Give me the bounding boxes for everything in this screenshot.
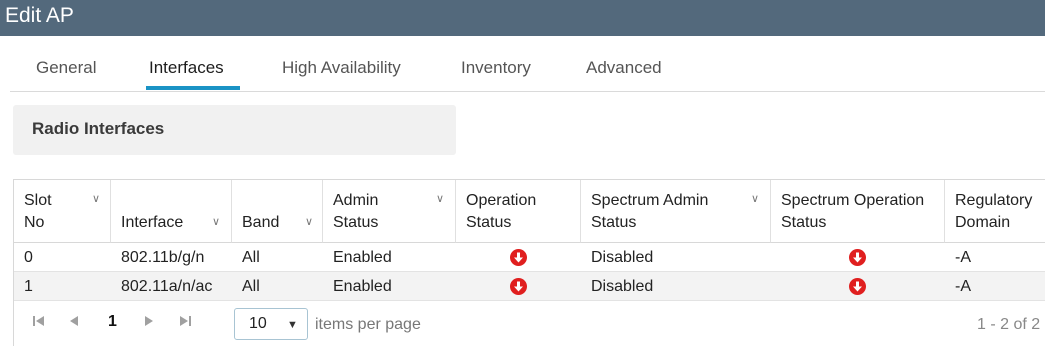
interface-cell: 802.11a/n/ac: [121, 278, 213, 295]
column-header-spectrum-admin-status-label: Spectrum Admin Status: [591, 192, 709, 231]
last-page-icon[interactable]: [178, 315, 192, 330]
first-page-icon[interactable]: [32, 315, 46, 330]
tab-general[interactable]: General: [36, 58, 96, 78]
column-header-slot-label: Slot No: [24, 192, 52, 231]
column-header-interface-label: Interface: [121, 214, 184, 231]
regulatory-domain-cell: -A: [955, 249, 971, 266]
table-row[interactable]: 1 802.11a/n/ac All Enabled Disabled -A: [14, 272, 1045, 301]
down-icon: [849, 249, 866, 266]
column-header-band[interactable]: Band ∨: [232, 180, 323, 243]
next-page-icon[interactable]: [144, 315, 154, 330]
regulatory-domain-cell: -A: [955, 278, 971, 295]
caret-down-icon: ▼: [287, 319, 298, 331]
column-header-interface[interactable]: Interface ∨: [111, 180, 232, 243]
column-header-regulatory-domain[interactable]: Regulatory Domain: [945, 180, 1045, 243]
sort-chevron-icon[interactable]: ∨: [305, 215, 313, 228]
tab-bar: General Interfaces High Availability Inv…: [0, 36, 1045, 92]
band-cell: All: [242, 278, 260, 295]
interface-cell: 802.11b/g/n: [121, 249, 205, 266]
down-icon: [510, 278, 527, 295]
sort-chevron-icon[interactable]: ∨: [751, 192, 759, 205]
slot-cell: 1: [24, 278, 33, 295]
down-icon: [510, 249, 527, 266]
items-per-page-label: items per page: [315, 316, 421, 333]
column-header-spectrum-operation-status-label: Spectrum Operation Status: [781, 192, 925, 231]
column-header-operation-status[interactable]: Operation Status: [456, 180, 581, 243]
column-header-admin-status[interactable]: Admin Status ∨: [323, 180, 456, 243]
down-icon: [849, 278, 866, 295]
column-header-operation-status-label: Operation Status: [466, 192, 537, 231]
band-cell: All: [242, 249, 260, 266]
column-header-slot[interactable]: Slot No ∨: [14, 180, 111, 243]
pagination-bar: 1 10 ▼ items per page 1 - 2 of 2: [14, 301, 1045, 346]
tab-high-availability[interactable]: High Availability: [282, 58, 401, 78]
tab-advanced[interactable]: Advanced: [586, 58, 662, 78]
previous-page-icon[interactable]: [69, 315, 79, 330]
column-header-regulatory-domain-label: Regulatory Domain: [955, 192, 1033, 231]
current-page[interactable]: 1: [108, 313, 117, 331]
title-bar: Edit AP: [0, 0, 1045, 36]
spectrum-admin-status-cell: Disabled: [591, 278, 654, 295]
items-per-page-select[interactable]: 10 ▼: [234, 308, 308, 340]
column-header-admin-status-label: Admin Status: [333, 192, 379, 231]
table-row[interactable]: 0 802.11b/g/n All Enabled Disabled -A: [14, 243, 1045, 272]
tab-interfaces[interactable]: Interfaces: [149, 58, 224, 78]
sort-chevron-icon[interactable]: ∨: [92, 192, 100, 205]
spectrum-admin-status-cell: Disabled: [591, 249, 654, 266]
sort-chevron-icon[interactable]: ∨: [436, 192, 444, 205]
sort-chevron-icon[interactable]: ∨: [212, 215, 220, 228]
slot-cell: 0: [24, 249, 33, 266]
radio-interfaces-table: Slot No ∨ Interface ∨ Band ∨ Admin Statu…: [13, 179, 1045, 346]
admin-status-cell: Enabled: [333, 249, 392, 266]
radio-interfaces-section: Radio Interfaces: [13, 105, 456, 155]
tab-inventory[interactable]: Inventory: [461, 58, 531, 78]
active-tab-indicator: [146, 86, 240, 90]
items-per-page-value: 10: [249, 315, 267, 332]
column-header-band-label: Band: [242, 214, 280, 231]
tab-divider: [10, 91, 1045, 92]
page-range-text: 1 - 2 of 2: [977, 316, 1041, 333]
column-header-spectrum-admin-status[interactable]: Spectrum Admin Status ∨: [581, 180, 771, 243]
section-title: Radio Interfaces: [32, 119, 165, 138]
column-header-spectrum-operation-status[interactable]: Spectrum Operation Status: [771, 180, 945, 243]
admin-status-cell: Enabled: [333, 278, 392, 295]
window-title: Edit AP: [5, 4, 74, 27]
